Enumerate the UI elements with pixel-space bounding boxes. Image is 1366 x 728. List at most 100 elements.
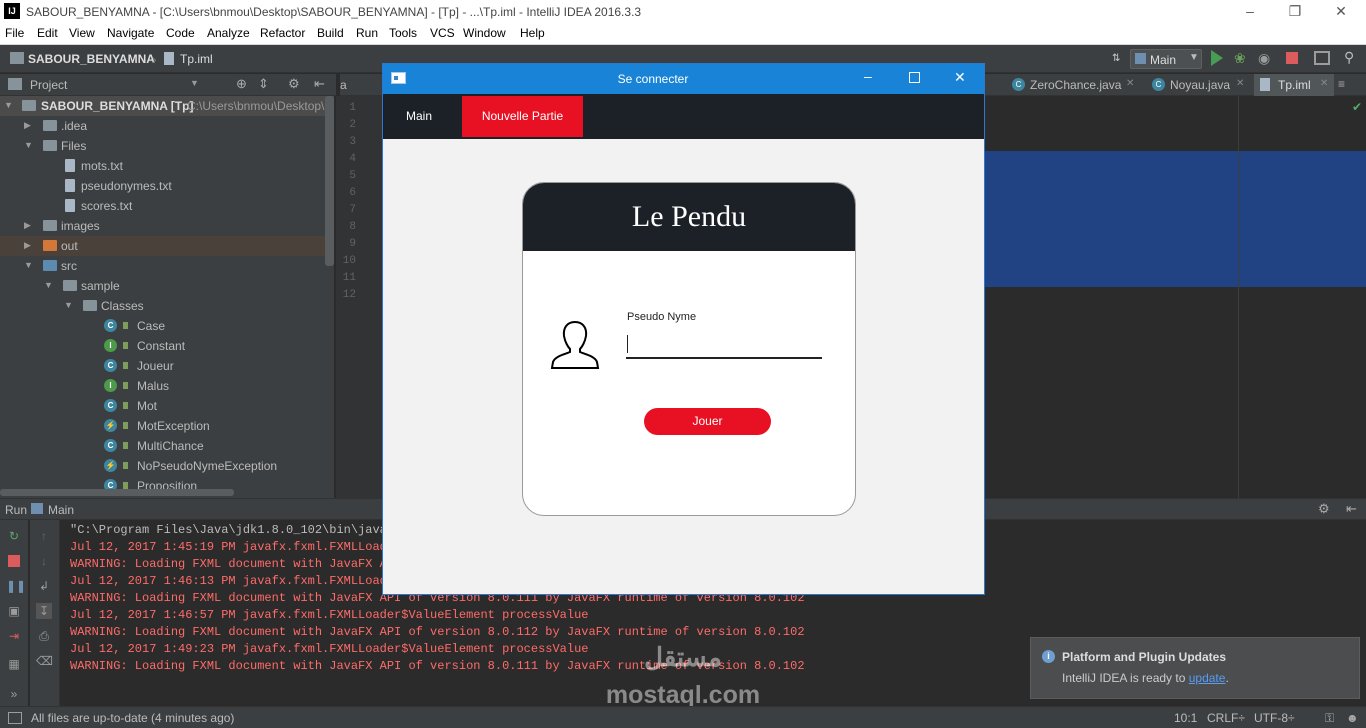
horizontal-scrollbar[interactable]: [0, 489, 234, 496]
play-button[interactable]: Jouer: [644, 408, 771, 435]
nav-main-button[interactable]: Main: [383, 94, 455, 139]
tree-item[interactable]: C MultiChance: [0, 436, 334, 456]
close-icon[interactable]: ✕: [1333, 3, 1349, 19]
tree-root[interactable]: ▼ SABOUR_BENYAMNA [Tp] C:\Users\bnmou\De…: [0, 96, 334, 116]
run-panel-label[interactable]: Run: [5, 503, 27, 517]
tree-item[interactable]: ▼ Files: [0, 136, 334, 156]
menu-navigate[interactable]: Navigate: [107, 26, 154, 40]
restore-icon[interactable]: ❐: [1287, 3, 1303, 19]
cursor-position[interactable]: 10:1: [1174, 711, 1197, 725]
hide-panel-icon[interactable]: ⇤: [314, 76, 325, 92]
menu-code[interactable]: Code: [166, 26, 195, 40]
search-icon[interactable]: ⚲: [1344, 49, 1354, 66]
tree-item[interactable]: ⚡ MotException: [0, 416, 334, 436]
hide-panel-icon[interactable]: ⇤: [1346, 501, 1357, 517]
run-config-select[interactable]: Main ▼: [1130, 49, 1202, 69]
down-arrow-icon[interactable]: ↓: [36, 553, 52, 569]
run-icon[interactable]: [1211, 50, 1223, 66]
gear-icon[interactable]: ⚙: [1318, 501, 1330, 517]
rerun-icon[interactable]: ↻: [6, 528, 22, 544]
update-notification[interactable]: i Platform and Plugin Updates IntelliJ I…: [1030, 637, 1360, 699]
tree-item[interactable]: C Mot: [0, 396, 334, 416]
menu-help[interactable]: Help: [520, 26, 545, 40]
tree-item[interactable]: ▼ sample: [0, 276, 334, 296]
tree-item[interactable]: ⚡ NoPseudoNymeException: [0, 456, 334, 476]
coverage-icon[interactable]: ◉: [1258, 50, 1274, 66]
tree-item[interactable]: scores.txt: [0, 196, 334, 216]
menu-vcs[interactable]: VCS: [430, 26, 455, 40]
trash-icon[interactable]: ⌫: [36, 653, 53, 669]
up-arrow-icon[interactable]: ↑: [36, 528, 52, 544]
more-icon[interactable]: »: [6, 686, 22, 702]
folder-icon: [43, 220, 57, 231]
breadcrumb-project[interactable]: SABOUR_BENYAMNA: [28, 52, 155, 66]
excluded-folder-icon: [43, 240, 57, 251]
minimize-icon[interactable]: –: [1242, 3, 1258, 19]
camera-icon[interactable]: ▣: [6, 603, 22, 619]
close-icon[interactable]: ✕: [1320, 78, 1328, 89]
menu-tools[interactable]: Tools: [389, 26, 417, 40]
toggle-toolwindows-icon[interactable]: [8, 712, 22, 724]
nav-new-game-button[interactable]: Nouvelle Partie: [462, 96, 583, 137]
tab-partial[interactable]: a: [340, 74, 348, 96]
menu-analyze[interactable]: Analyze: [207, 26, 250, 40]
print-icon[interactable]: ⎙: [36, 628, 52, 644]
breadcrumb-file[interactable]: Tp.iml: [180, 52, 213, 66]
vertical-scrollbar[interactable]: [325, 96, 334, 266]
layout-icon[interactable]: ▦: [6, 656, 22, 672]
menu-file[interactable]: File: [5, 26, 24, 40]
minimize-icon[interactable]: –: [864, 68, 872, 84]
tree-item[interactable]: ▶ out: [0, 236, 334, 256]
update-link[interactable]: update: [1189, 671, 1226, 685]
tree-item[interactable]: mots.txt: [0, 156, 334, 176]
lock-icon[interactable]: ⚿: [1325, 711, 1334, 726]
close-icon[interactable]: ✕: [1236, 78, 1244, 89]
locate-icon[interactable]: ⊕: [236, 76, 247, 92]
pseudo-input[interactable]: [626, 329, 822, 359]
stop-icon[interactable]: [1286, 52, 1298, 64]
close-icon[interactable]: ✕: [1126, 78, 1134, 89]
soft-wrap-icon[interactable]: ↲: [36, 578, 52, 594]
tree-item[interactable]: ▼ src: [0, 256, 334, 276]
tree-item[interactable]: ▶ .idea: [0, 116, 334, 136]
stop-icon[interactable]: [6, 553, 22, 569]
menu-run[interactable]: Run: [356, 26, 378, 40]
chevron-down-icon[interactable]: ▼: [190, 78, 199, 88]
maximize-icon[interactable]: [909, 72, 920, 83]
pause-icon[interactable]: ❚❚: [6, 578, 26, 594]
scroll-to-end-icon[interactable]: ↧: [36, 603, 52, 619]
gear-icon[interactable]: ⚙: [288, 76, 300, 92]
project-panel-title[interactable]: Project: [30, 78, 67, 92]
debug-icon[interactable]: ❀: [1234, 50, 1248, 66]
tree-item-label: Case: [137, 319, 166, 333]
tree-item-label: MotException: [137, 419, 210, 433]
line-separator[interactable]: CRLF÷: [1207, 711, 1245, 725]
exit-icon[interactable]: ⇥: [6, 628, 22, 644]
tab-noyau[interactable]: C Noyau.java ✕: [1148, 74, 1252, 96]
inspector-icon[interactable]: ☻: [1346, 711, 1359, 725]
menu-edit[interactable]: Edit: [37, 26, 58, 40]
tab-tp-iml[interactable]: Tp.iml ✕: [1254, 74, 1334, 96]
menu-refactor[interactable]: Refactor: [260, 26, 305, 40]
tree-item[interactable]: I Constant: [0, 336, 334, 356]
menu-build[interactable]: Build: [317, 26, 344, 40]
menu-window[interactable]: Window: [463, 26, 506, 40]
tree-item-label: Malus: [137, 379, 170, 393]
tree-item[interactable]: pseudonymes.txt: [0, 176, 334, 196]
tree-item[interactable]: C Case: [0, 316, 334, 336]
sort-icon[interactable]: ⇅: [1112, 51, 1128, 67]
run-config-tab[interactable]: Main: [48, 503, 74, 517]
tab-overflow-icon[interactable]: ≡: [1338, 77, 1345, 91]
collapse-icon[interactable]: ⇕: [258, 76, 269, 92]
project-structure-icon[interactable]: [1314, 51, 1330, 65]
menu-view[interactable]: View: [69, 26, 95, 40]
tree-item[interactable]: I Malus: [0, 376, 334, 396]
selection-highlight: [984, 151, 1366, 287]
file-encoding[interactable]: UTF-8÷: [1254, 711, 1295, 725]
tree-item[interactable]: C Joueur: [0, 356, 334, 376]
tree-item[interactable]: ▶ images: [0, 216, 334, 236]
close-icon[interactable]: ✕: [954, 69, 966, 86]
tree-item[interactable]: ▼ Classes: [0, 296, 334, 316]
tab-zerochance[interactable]: C ZeroChance.java ✕: [1008, 74, 1146, 96]
expanded-arrow-icon: ▼: [64, 300, 73, 310]
